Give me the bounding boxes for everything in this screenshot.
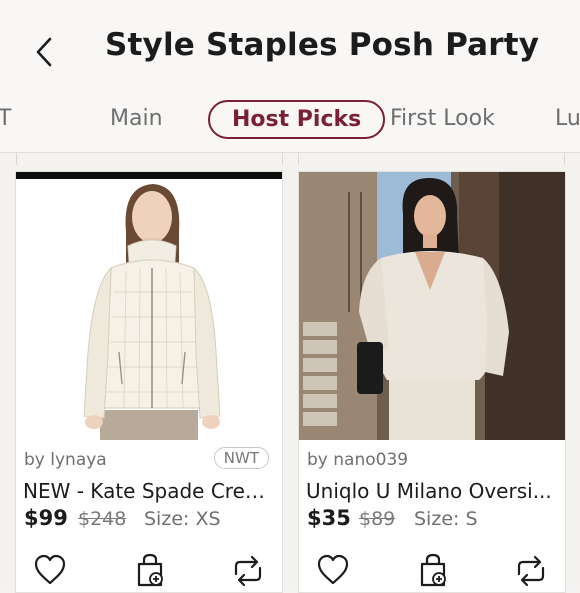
share-button[interactable] — [513, 552, 549, 588]
original-price: $248 — [78, 508, 127, 530]
listing-size: Size: XS — [144, 508, 221, 530]
bag-plus-icon — [420, 553, 446, 587]
like-button[interactable] — [32, 552, 68, 588]
divider — [298, 153, 299, 165]
share-button[interactable] — [230, 552, 266, 588]
listing-title[interactable]: Uniqlo U Milano Oversi... — [306, 479, 558, 503]
heart-icon — [34, 554, 66, 585]
tab-main[interactable]: Main — [110, 106, 163, 131]
add-to-bundle-button[interactable] — [415, 552, 451, 588]
listing-card[interactable]: by lynaya NWT NEW - Kate Spade Crea... $… — [15, 171, 283, 593]
back-button[interactable] — [28, 30, 62, 74]
listing-size: Size: S — [414, 508, 478, 530]
listing-image[interactable] — [299, 172, 565, 440]
divider — [16, 153, 17, 165]
nwt-badge: NWT — [213, 447, 269, 469]
original-price: $89 — [359, 508, 396, 530]
page-title: Style Staples Posh Party — [105, 27, 540, 63]
share-icon — [234, 555, 262, 587]
listing-image[interactable] — [16, 172, 282, 440]
divider — [282, 153, 283, 165]
tab-partial-left[interactable]: T — [0, 106, 11, 131]
bag-plus-icon — [137, 553, 163, 587]
divider — [564, 153, 565, 165]
tab-host-picks[interactable]: Host Picks — [208, 100, 386, 139]
heart-icon — [317, 554, 349, 585]
add-to-bundle-button[interactable] — [132, 552, 168, 588]
tab-first-look[interactable]: First Look — [390, 106, 495, 131]
chevron-left-icon — [36, 37, 52, 67]
listing-price: $35 — [307, 506, 351, 530]
listing-card[interactable]: by nano039 Uniqlo U Milano Oversi... $35… — [298, 171, 566, 593]
tab-partial-right[interactable]: Lu — [555, 106, 580, 131]
listing-title[interactable]: NEW - Kate Spade Crea... — [23, 479, 275, 503]
like-button[interactable] — [315, 552, 351, 588]
seller-name[interactable]: by nano039 — [307, 450, 408, 470]
share-icon — [517, 555, 545, 587]
seller-name[interactable]: by lynaya — [24, 450, 107, 470]
header: Style Staples Posh Party — [0, 0, 580, 90]
tab-bar: T Main Host Picks First Look Lu — [0, 90, 580, 153]
listing-price: $99 — [24, 506, 68, 530]
